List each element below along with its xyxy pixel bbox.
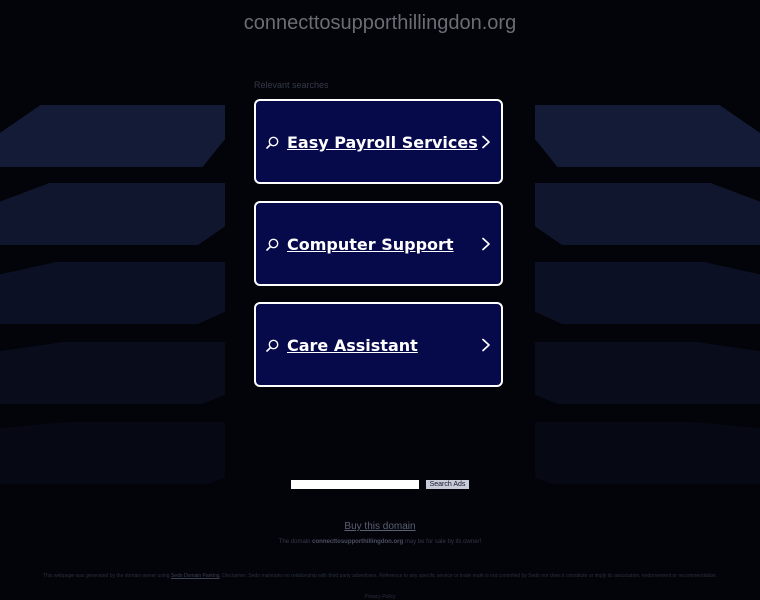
background-shape <box>535 183 760 245</box>
background-shape <box>0 262 225 324</box>
related-search-label: Care Assistant <box>287 336 418 355</box>
background-shape <box>0 342 225 404</box>
relevant-searches-label: Relevant searches <box>254 80 329 90</box>
background-shape <box>0 183 225 245</box>
sale-notice: The domain connecttosupporthillingdon.or… <box>0 539 760 545</box>
chevron-right-icon <box>482 135 490 149</box>
sedo-parking-link[interactable]: Sedo Domain Parking <box>171 573 220 579</box>
disclaimer-end: . Disclaimer: Sedo maintains no relation… <box>219 573 717 579</box>
related-search-label: Computer Support <box>287 235 454 254</box>
domain-title: connecttosupporthillingdon.org <box>243 12 517 34</box>
disclaimer-start: This webpage was generated by the domain… <box>43 573 170 579</box>
background-shape <box>535 262 760 324</box>
background-shape <box>0 105 225 167</box>
related-search-link-care-assistant[interactable]: Care Assistant <box>254 302 503 387</box>
related-search-link-computer-support[interactable]: Computer Support <box>254 201 503 286</box>
background-shape <box>535 105 760 167</box>
sale-suffix: may be for sale by its owner! <box>404 539 482 545</box>
privacy-policy-link[interactable]: Privacy Policy <box>0 594 760 600</box>
search-input[interactable] <box>291 480 419 489</box>
search-ads-button[interactable]: Search Ads <box>426 480 469 489</box>
background-shape <box>0 422 225 484</box>
search-icon <box>266 339 279 352</box>
background-shape <box>535 342 760 404</box>
related-search-link-easy-payroll-services[interactable]: Easy Payroll Services <box>254 99 503 184</box>
buy-domain-link[interactable]: Buy this domain <box>0 521 760 532</box>
sale-domain: connecttosupporthillingdon.org <box>312 539 404 545</box>
chevron-right-icon <box>482 237 490 251</box>
parked-domain-page: connecttosupporthillingdon.org Relevant … <box>0 0 760 600</box>
disclaimer: This webpage was generated by the domain… <box>40 573 720 579</box>
related-search-label: Easy Payroll Services <box>287 133 478 152</box>
chevron-right-icon <box>482 338 490 352</box>
search-icon <box>266 136 279 149</box>
search-icon <box>266 238 279 251</box>
background-shape <box>535 422 760 484</box>
sale-prefix: The domain <box>278 539 311 545</box>
